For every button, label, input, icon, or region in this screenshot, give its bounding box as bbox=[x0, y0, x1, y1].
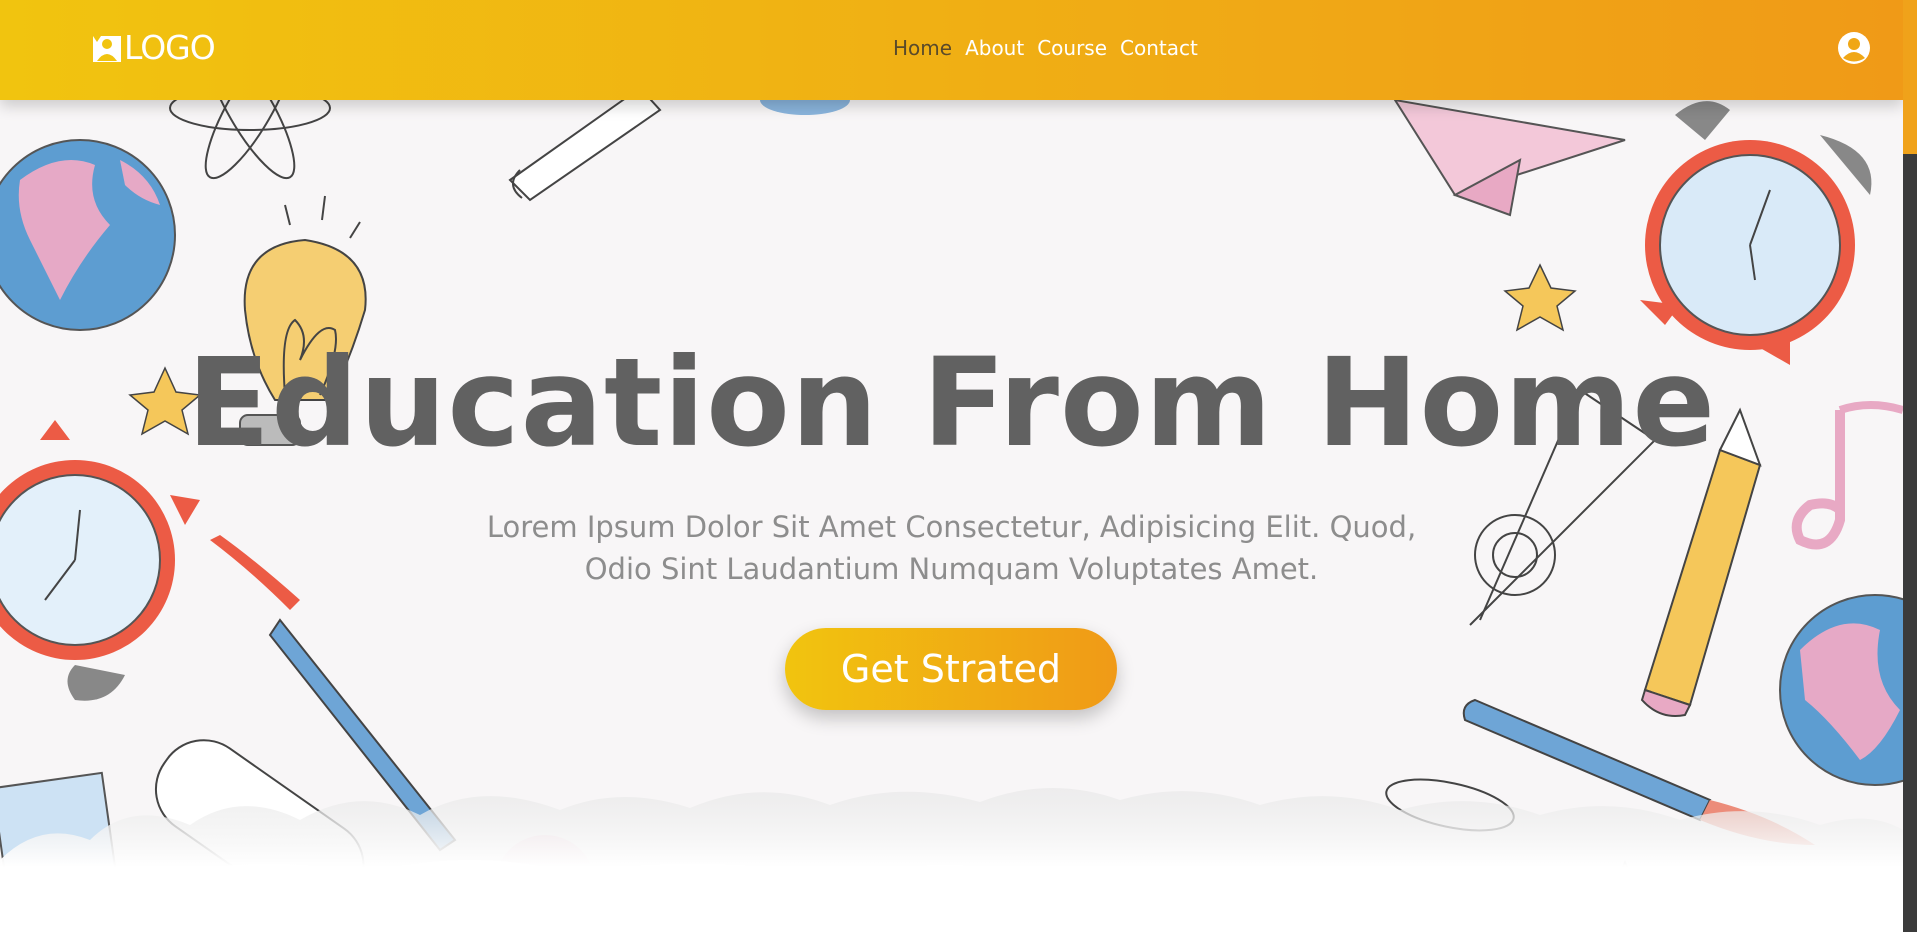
globe-left-doodle bbox=[0, 139, 176, 331]
get-started-button[interactable]: Get Strated bbox=[785, 628, 1117, 710]
cloud-divider bbox=[0, 787, 1903, 932]
logo-text: LOGO bbox=[124, 28, 216, 67]
brand-logo[interactable]: LOGO bbox=[92, 28, 216, 67]
hero-subtitle: Lorem Ipsum Dolor Sit Amet Consectetur, … bbox=[486, 510, 1417, 586]
paper-plane-doodle bbox=[1392, 98, 1626, 217]
page-scrollbar[interactable] bbox=[1903, 0, 1917, 932]
landing-page: LOGO Home About Course Contact Education… bbox=[0, 0, 1903, 932]
user-icon[interactable] bbox=[1838, 32, 1870, 64]
marker-doodle bbox=[508, 86, 662, 202]
nav-link-contact[interactable]: Contact bbox=[1120, 35, 1198, 61]
star-right-doodle bbox=[1503, 263, 1577, 332]
nav-link-home[interactable]: Home bbox=[893, 35, 952, 61]
globe-right-doodle bbox=[1779, 594, 1903, 786]
logo-icon bbox=[93, 36, 121, 62]
hero-title: Education From Home bbox=[186, 332, 1717, 474]
clock-right-doodle bbox=[1640, 101, 1872, 365]
scrollbar-thumb[interactable] bbox=[1903, 0, 1917, 154]
nav-link-about[interactable]: About bbox=[965, 35, 1024, 61]
nav-link-course[interactable]: Course bbox=[1037, 35, 1107, 61]
main-nav: Home About Course Contact bbox=[893, 35, 1198, 61]
top-navbar: LOGO Home About Course Contact bbox=[0, 0, 1903, 100]
